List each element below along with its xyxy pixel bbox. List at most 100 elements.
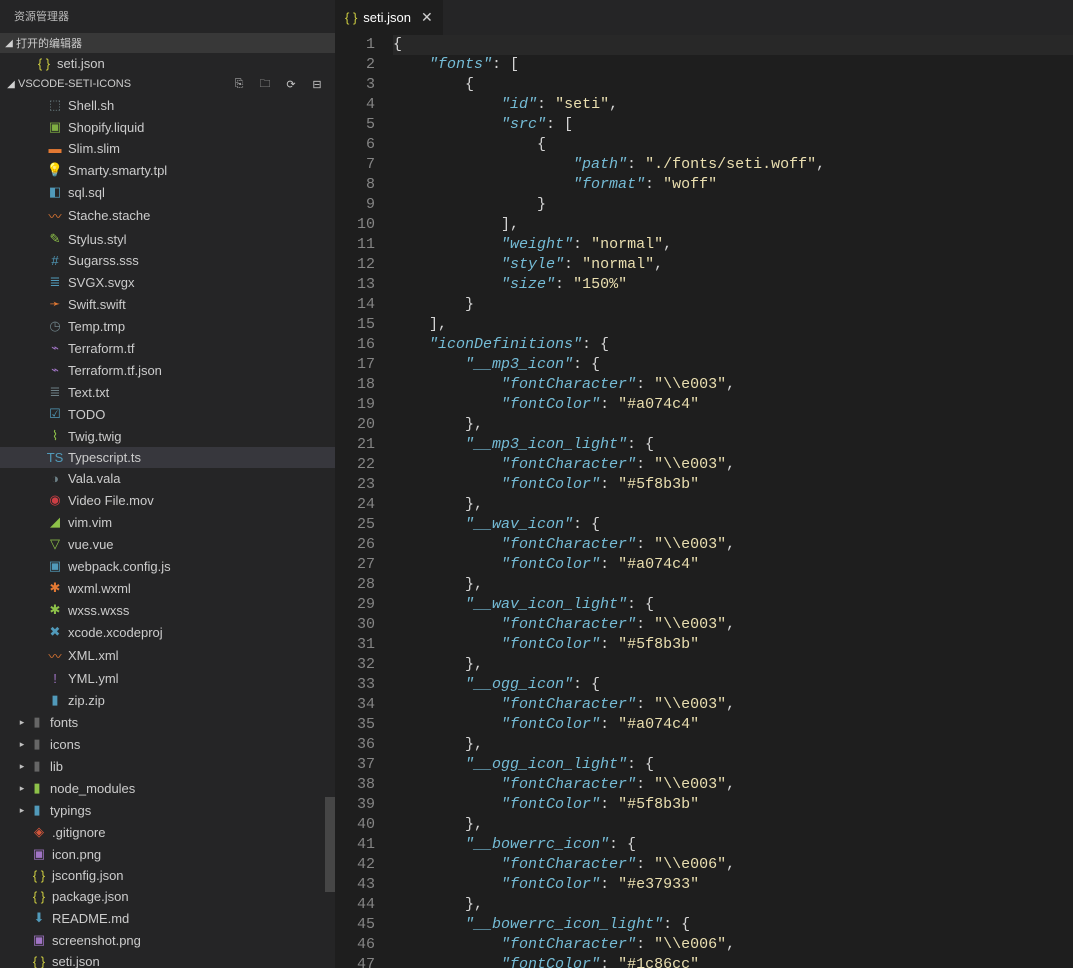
file-row[interactable]: ◈.gitignore bbox=[0, 821, 335, 843]
code-line[interactable]: "fontCharacter": "\\e006", bbox=[393, 855, 1073, 875]
file-icon: ⬚ bbox=[46, 97, 64, 113]
code-line[interactable]: "fontCharacter": "\\e003", bbox=[393, 375, 1073, 395]
code-line[interactable]: "fontColor": "#1c86cc" bbox=[393, 955, 1073, 968]
code-line[interactable]: "__wav_icon": { bbox=[393, 515, 1073, 535]
code-line[interactable]: "format": "woff" bbox=[393, 175, 1073, 195]
file-row[interactable]: ⌁Terraform.tf.json bbox=[0, 359, 335, 381]
code-line[interactable]: { bbox=[393, 35, 1073, 55]
file-row[interactable]: ▽vue.vue bbox=[0, 533, 335, 555]
code-line[interactable]: "fontCharacter": "\\e003", bbox=[393, 535, 1073, 555]
open-editor-item[interactable]: { }seti.json bbox=[0, 53, 335, 74]
file-row[interactable]: ◧sql.sql bbox=[0, 181, 335, 203]
file-row[interactable]: ◢vim.vim bbox=[0, 511, 335, 533]
file-row[interactable]: ▬Slim.slim bbox=[0, 138, 335, 159]
code-line[interactable]: }, bbox=[393, 895, 1073, 915]
folder-row[interactable]: ▸▮fonts bbox=[0, 711, 335, 733]
code-line[interactable]: }, bbox=[393, 575, 1073, 595]
code-line[interactable]: "fontColor": "#5f8b3b" bbox=[393, 475, 1073, 495]
file-row[interactable]: ◉Video File.mov bbox=[0, 489, 335, 511]
code-line[interactable]: "fontColor": "#5f8b3b" bbox=[393, 635, 1073, 655]
code-line[interactable]: "size": "150%" bbox=[393, 275, 1073, 295]
new-file-icon[interactable]: ⎘ bbox=[231, 76, 247, 92]
code-line[interactable]: "iconDefinitions": { bbox=[393, 335, 1073, 355]
code-line[interactable]: "__ogg_icon": { bbox=[393, 675, 1073, 695]
file-row[interactable]: ✱wxss.wxss bbox=[0, 599, 335, 621]
folder-row[interactable]: ▸▮icons bbox=[0, 733, 335, 755]
file-row[interactable]: ✖xcode.xcodeproj bbox=[0, 621, 335, 643]
code-line[interactable]: "__ogg_icon_light": { bbox=[393, 755, 1073, 775]
code-line[interactable]: ], bbox=[393, 315, 1073, 335]
scrollbar-thumb[interactable] bbox=[325, 797, 335, 892]
code-line[interactable]: } bbox=[393, 295, 1073, 315]
file-row[interactable]: ▣Shopify.liquid bbox=[0, 116, 335, 138]
code-line[interactable]: }, bbox=[393, 815, 1073, 835]
file-row[interactable]: ✱wxml.wxml bbox=[0, 577, 335, 599]
file-row[interactable]: { }seti.json bbox=[0, 951, 335, 968]
code-line[interactable]: "fontCharacter": "\\e003", bbox=[393, 695, 1073, 715]
editor-tab[interactable]: { } seti.json ✕ bbox=[335, 0, 444, 35]
code-content[interactable]: { "fonts": [ { "id": "seti", "src": [ { … bbox=[393, 35, 1073, 968]
code-line[interactable]: "fontColor": "#e37933" bbox=[393, 875, 1073, 895]
file-row[interactable]: ≣SVGX.svgx bbox=[0, 271, 335, 293]
code-line[interactable]: "src": [ bbox=[393, 115, 1073, 135]
workspace-header[interactable]: ◢ VSCODE-SETI-ICONS ⎘ 🗀 ⟳ ⊟ bbox=[0, 74, 335, 94]
open-editors-header[interactable]: ◢ 打开的编辑器 bbox=[0, 33, 335, 53]
folder-row[interactable]: ▸▮typings bbox=[0, 799, 335, 821]
code-line[interactable]: "fontCharacter": "\\e003", bbox=[393, 615, 1073, 635]
code-line[interactable]: "__mp3_icon_light": { bbox=[393, 435, 1073, 455]
file-row[interactable]: { }jsconfig.json bbox=[0, 865, 335, 886]
code-line[interactable]: ], bbox=[393, 215, 1073, 235]
file-row[interactable]: ⬚Shell.sh bbox=[0, 94, 335, 116]
code-line[interactable]: { bbox=[393, 135, 1073, 155]
file-row[interactable]: TSTypescript.ts bbox=[0, 447, 335, 468]
code-line[interactable]: "path": "./fonts/seti.woff", bbox=[393, 155, 1073, 175]
file-row[interactable]: ▮zip.zip bbox=[0, 689, 335, 711]
file-row[interactable]: ⌁Terraform.tf bbox=[0, 337, 335, 359]
file-row[interactable]: ≣Text.txt bbox=[0, 381, 335, 403]
file-row[interactable]: 💡Smarty.smarty.tpl bbox=[0, 159, 335, 181]
code-line[interactable]: "__bowerrc_icon_light": { bbox=[393, 915, 1073, 935]
code-line[interactable]: "__mp3_icon": { bbox=[393, 355, 1073, 375]
file-row[interactable]: ▣screenshot.png bbox=[0, 929, 335, 951]
code-line[interactable]: "fontCharacter": "\\e003", bbox=[393, 775, 1073, 795]
code-line[interactable]: }, bbox=[393, 495, 1073, 515]
file-row[interactable]: ▣webpack.config.js bbox=[0, 555, 335, 577]
collapse-all-icon[interactable]: ⊟ bbox=[309, 76, 325, 92]
folder-row[interactable]: ▸▮node_modules bbox=[0, 777, 335, 799]
close-icon[interactable]: ✕ bbox=[417, 9, 433, 26]
file-row[interactable]: 〰Stache.stache bbox=[0, 203, 335, 228]
file-row[interactable]: ⬇README.md bbox=[0, 907, 335, 929]
code-line[interactable]: "fontColor": "#a074c4" bbox=[393, 715, 1073, 735]
code-line[interactable]: }, bbox=[393, 655, 1073, 675]
file-row[interactable]: ☑TODO bbox=[0, 403, 335, 425]
code-line[interactable]: "id": "seti", bbox=[393, 95, 1073, 115]
file-row[interactable]: !YML.yml bbox=[0, 668, 335, 689]
code-line[interactable]: "__wav_icon_light": { bbox=[393, 595, 1073, 615]
code-line[interactable]: "fonts": [ bbox=[393, 55, 1073, 75]
code-line[interactable]: }, bbox=[393, 415, 1073, 435]
code-line[interactable]: }, bbox=[393, 735, 1073, 755]
file-row[interactable]: ➛Swift.swift bbox=[0, 293, 335, 315]
file-row[interactable]: ◑Vala.vala bbox=[0, 468, 335, 489]
code-line[interactable]: "fontColor": "#a074c4" bbox=[393, 395, 1073, 415]
code-line[interactable]: } bbox=[393, 195, 1073, 215]
code-line[interactable]: "fontCharacter": "\\e006", bbox=[393, 935, 1073, 955]
file-row[interactable]: ⌇Twig.twig bbox=[0, 425, 335, 447]
code-line[interactable]: { bbox=[393, 75, 1073, 95]
code-line[interactable]: "__bowerrc_icon": { bbox=[393, 835, 1073, 855]
new-folder-icon[interactable]: 🗀 bbox=[257, 76, 273, 92]
file-row[interactable]: ◷Temp.tmp bbox=[0, 315, 335, 337]
file-row[interactable]: 〰XML.xml bbox=[0, 643, 335, 668]
code-line[interactable]: "fontColor": "#a074c4" bbox=[393, 555, 1073, 575]
code-line[interactable]: "fontCharacter": "\\e003", bbox=[393, 455, 1073, 475]
code-line[interactable]: "weight": "normal", bbox=[393, 235, 1073, 255]
folder-row[interactable]: ▸▮lib bbox=[0, 755, 335, 777]
file-row[interactable]: ✎Stylus.styl bbox=[0, 228, 335, 250]
code-line[interactable]: "fontColor": "#5f8b3b" bbox=[393, 795, 1073, 815]
code-editor[interactable]: 1234567891011121314151617181920212223242… bbox=[335, 35, 1073, 968]
file-row[interactable]: { }package.json bbox=[0, 886, 335, 907]
refresh-icon[interactable]: ⟳ bbox=[283, 76, 299, 92]
code-line[interactable]: "style": "normal", bbox=[393, 255, 1073, 275]
file-row[interactable]: #Sugarss.sss bbox=[0, 250, 335, 271]
file-row[interactable]: ▣icon.png bbox=[0, 843, 335, 865]
